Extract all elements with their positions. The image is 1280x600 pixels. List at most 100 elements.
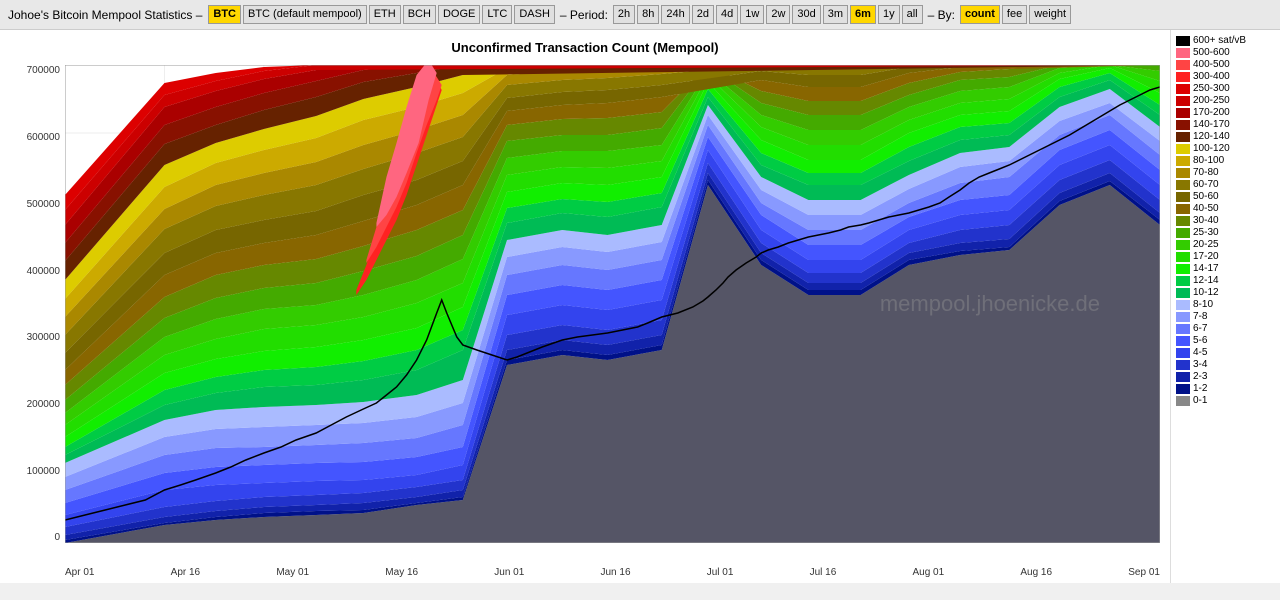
coin-btc[interactable]: BTC	[208, 5, 241, 24]
legend-item-60-70: 60-70	[1176, 179, 1275, 190]
legend-label-40-50: 40-50	[1193, 203, 1219, 214]
period-2h[interactable]: 2h	[613, 5, 635, 24]
period-4d[interactable]: 4d	[716, 5, 738, 24]
x-label-sep01: Sep 01	[1128, 567, 1160, 578]
legend-item-100-120: 100-120	[1176, 143, 1275, 154]
legend-label-140-170: 140-170	[1193, 119, 1230, 130]
legend-color-200-250	[1176, 96, 1190, 106]
period-all[interactable]: all	[902, 5, 923, 24]
y-label-600k: 600000	[0, 132, 65, 143]
legend-item-12-14: 12-14	[1176, 275, 1275, 286]
legend-label-20-25: 20-25	[1193, 239, 1219, 250]
legend-item-6-7: 6-7	[1176, 323, 1275, 334]
legend-item-17-20: 17-20	[1176, 251, 1275, 262]
period-2w[interactable]: 2w	[766, 5, 790, 24]
legend-item-600plus: 600+ sat/vB	[1176, 35, 1275, 46]
legend-label-8-10: 8-10	[1193, 299, 1213, 310]
legend-label-170-200: 170-200	[1193, 107, 1230, 118]
legend-label-100-120: 100-120	[1193, 143, 1230, 154]
period-2d[interactable]: 2d	[692, 5, 714, 24]
legend-color-4-5	[1176, 348, 1190, 358]
legend-label-70-80: 70-80	[1193, 167, 1219, 178]
legend-color-170-200	[1176, 108, 1190, 118]
site-title: Johoe's Bitcoin Mempool Statistics –	[8, 8, 202, 22]
legend-color-30-40	[1176, 216, 1190, 226]
y-label-700k: 700000	[0, 65, 65, 76]
x-label-aug01: Aug 01	[912, 567, 944, 578]
legend-color-400-500	[1176, 60, 1190, 70]
legend-color-300-400	[1176, 72, 1190, 82]
legend-item-40-50: 40-50	[1176, 203, 1275, 214]
legend-color-10-12	[1176, 288, 1190, 298]
period-separator: – Period:	[560, 8, 608, 22]
by-count[interactable]: count	[960, 5, 1000, 24]
period-8h[interactable]: 8h	[637, 5, 659, 24]
legend-color-6-7	[1176, 324, 1190, 334]
legend-color-25-30	[1176, 228, 1190, 238]
legend-color-14-17	[1176, 264, 1190, 274]
legend-item-4-5: 4-5	[1176, 347, 1275, 358]
legend-item-0-1: 0-1	[1176, 395, 1275, 406]
legend-label-300-400: 300-400	[1193, 71, 1230, 82]
legend-label-17-20: 17-20	[1193, 251, 1219, 262]
legend-item-500-600: 500-600	[1176, 47, 1275, 58]
legend-label-0-1: 0-1	[1193, 395, 1207, 406]
legend-item-14-17: 14-17	[1176, 263, 1275, 274]
period-24h[interactable]: 24h	[661, 5, 689, 24]
by-weight[interactable]: weight	[1029, 5, 1071, 24]
coin-bch[interactable]: BCH	[403, 5, 436, 24]
legend-color-100-120	[1176, 144, 1190, 154]
legend-color-50-60	[1176, 192, 1190, 202]
y-label-500k: 500000	[0, 199, 65, 210]
legend: 600+ sat/vB 500-600 400-500 300-400 250-…	[1170, 30, 1280, 583]
x-label-jun01: Jun 01	[494, 567, 524, 578]
legend-color-70-80	[1176, 168, 1190, 178]
legend-label-4-5: 4-5	[1193, 347, 1207, 358]
legend-color-600plus	[1176, 36, 1190, 46]
x-axis: Apr 01 Apr 16 May 01 May 16 Jun 01 Jun 1…	[65, 567, 1160, 578]
legend-item-170-200: 170-200	[1176, 107, 1275, 118]
x-label-may16: May 16	[385, 567, 418, 578]
legend-item-2-3: 2-3	[1176, 371, 1275, 382]
legend-color-40-50	[1176, 204, 1190, 214]
legend-item-7-8: 7-8	[1176, 311, 1275, 322]
legend-color-3-4	[1176, 360, 1190, 370]
x-label-aug16: Aug 16	[1020, 567, 1052, 578]
legend-item-10-12: 10-12	[1176, 287, 1275, 298]
legend-item-20-25: 20-25	[1176, 239, 1275, 250]
legend-color-7-8	[1176, 312, 1190, 322]
by-fee[interactable]: fee	[1002, 5, 1027, 24]
legend-color-1-2	[1176, 384, 1190, 394]
legend-item-3-4: 3-4	[1176, 359, 1275, 370]
y-label-400k: 400000	[0, 266, 65, 277]
coin-doge[interactable]: DOGE	[438, 5, 480, 24]
legend-item-5-6: 5-6	[1176, 335, 1275, 346]
legend-item-70-80: 70-80	[1176, 167, 1275, 178]
y-label-300k: 300000	[0, 332, 65, 343]
legend-item-120-140: 120-140	[1176, 131, 1275, 142]
coin-ltc[interactable]: LTC	[482, 5, 512, 24]
x-label-jul16: Jul 16	[810, 567, 837, 578]
y-label-200k: 200000	[0, 399, 65, 410]
period-3m[interactable]: 3m	[823, 5, 848, 24]
period-1y[interactable]: 1y	[878, 5, 900, 24]
period-30d[interactable]: 30d	[792, 5, 820, 24]
coin-btc-default[interactable]: BTC (default mempool)	[243, 5, 367, 24]
legend-color-20-25	[1176, 240, 1190, 250]
legend-label-50-60: 50-60	[1193, 191, 1219, 202]
period-6m[interactable]: 6m	[850, 5, 876, 24]
legend-color-12-14	[1176, 276, 1190, 286]
header-bar: Johoe's Bitcoin Mempool Statistics – BTC…	[0, 0, 1280, 30]
legend-item-250-300: 250-300	[1176, 83, 1275, 94]
coin-eth[interactable]: ETH	[369, 5, 401, 24]
legend-color-5-6	[1176, 336, 1190, 346]
legend-color-60-70	[1176, 180, 1190, 190]
legend-color-80-100	[1176, 156, 1190, 166]
chart-svg: mempool.jhoenicke.de	[65, 65, 1160, 543]
coin-dash[interactable]: DASH	[514, 5, 555, 24]
legend-label-12-14: 12-14	[1193, 275, 1219, 286]
legend-color-140-170	[1176, 120, 1190, 130]
period-1w[interactable]: 1w	[740, 5, 764, 24]
y-label-100k: 100000	[0, 466, 65, 477]
legend-item-300-400: 300-400	[1176, 71, 1275, 82]
